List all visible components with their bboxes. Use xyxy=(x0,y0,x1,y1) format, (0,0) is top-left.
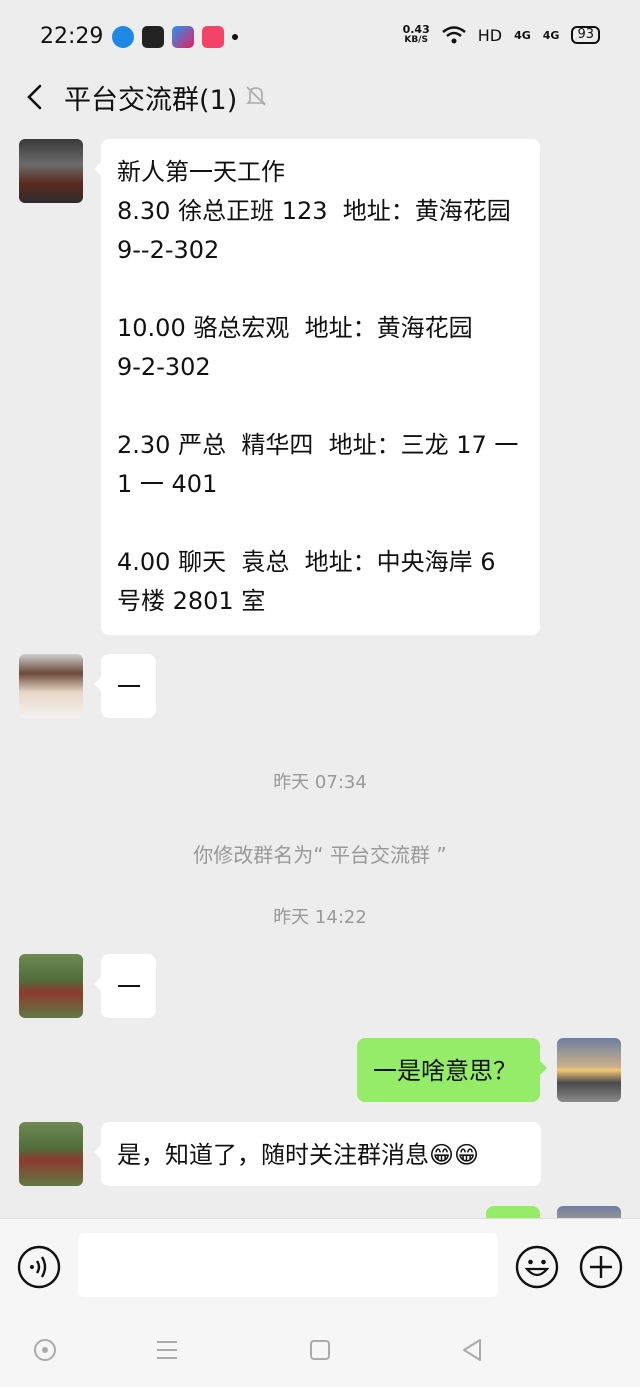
back-arrow-icon[interactable] xyxy=(20,82,50,112)
message-bubble[interactable]: 一 xyxy=(94,954,156,1018)
message-bubble-schedule[interactable]: 新人第一天工作 8.30 徐总正班 123 地址：黄海花园 9--2-302 1… xyxy=(94,139,540,635)
emoji-icon[interactable] xyxy=(515,1245,559,1289)
home-icon[interactable] xyxy=(306,1336,334,1364)
menu-icon[interactable] xyxy=(153,1336,181,1364)
avatar-sender-2[interactable] xyxy=(19,654,83,718)
back-triangle-icon[interactable] xyxy=(458,1336,486,1364)
assistant-icon[interactable] xyxy=(31,1336,59,1364)
message-bubble-self-partial[interactable] xyxy=(486,1206,540,1218)
message-bubble-self[interactable]: 一是啥意思？ xyxy=(357,1038,547,1102)
notification-icons xyxy=(112,26,238,48)
network-type-1: 4G xyxy=(514,28,531,42)
network-type-2: 4G xyxy=(542,28,560,42)
status-indicators: 0.43 KB/S HD 4G 4G 93 xyxy=(403,24,600,46)
timestamp: 昨天 14:22 xyxy=(273,907,367,928)
battery-indicator: 93 xyxy=(571,26,600,44)
avatar-sender-3[interactable] xyxy=(19,1122,83,1186)
input-bar xyxy=(0,1218,640,1314)
video-app-icon xyxy=(142,26,164,48)
mute-bell-icon xyxy=(246,86,266,106)
network-speed: 0.43 KB/S xyxy=(402,23,430,45)
avatar-self[interactable] xyxy=(557,1038,621,1102)
message-list[interactable]: 新人第一天工作 8.30 徐总正班 123 地址：黄海花园 9--2-302 1… xyxy=(0,122,640,1218)
message-bubble[interactable]: 是，知道了，随时关注群消息😁😁 xyxy=(94,1122,541,1186)
player-app-icon xyxy=(202,26,224,48)
message-bubble[interactable]: 一 xyxy=(94,654,156,718)
status-bar: 22:29 0.43 KB/S HD 4G 4G 93 xyxy=(0,0,640,72)
system-notice-rename: 你修改群名为“ 平台交流群 ” xyxy=(193,843,447,867)
voice-input-icon[interactable] xyxy=(17,1245,61,1289)
avatar-sender-1[interactable] xyxy=(19,139,83,203)
youku-app-icon xyxy=(172,26,194,48)
timestamp: 昨天 07:34 xyxy=(273,772,367,793)
status-time: 22:29 xyxy=(40,24,104,49)
browser-app-icon xyxy=(112,26,134,48)
chat-header: 平台交流群(1) xyxy=(0,72,640,122)
hd-indicator: HD xyxy=(477,25,503,45)
wifi-icon xyxy=(441,26,466,44)
message-input[interactable] xyxy=(78,1233,498,1297)
avatar-self[interactable] xyxy=(557,1206,621,1218)
more-notifications-dot xyxy=(232,34,238,40)
system-navigation-bar xyxy=(0,1314,640,1387)
more-plus-icon[interactable] xyxy=(579,1245,623,1289)
chat-title: 平台交流群(1) xyxy=(64,85,238,116)
avatar-sender-3[interactable] xyxy=(19,954,83,1018)
